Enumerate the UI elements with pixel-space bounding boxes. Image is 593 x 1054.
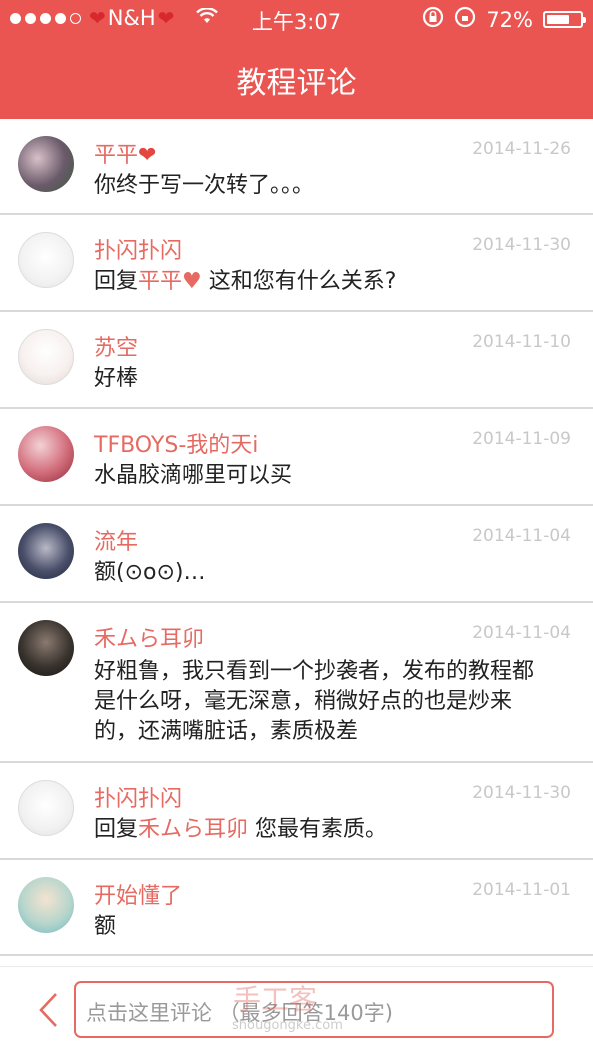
comment-author[interactable]: 流年 <box>94 524 138 556</box>
app-header: ❤ N&H ❤ 上午3:07 72% 教程评论 <box>0 0 593 119</box>
battery-icon <box>543 11 586 28</box>
comment-text: 额 <box>94 914 117 939</box>
comment-item[interactable]: 禾ムら耳卯 2014-11-04 好粗鲁，我只看到一个抄袭者，发布的教程都是什么… <box>0 603 593 763</box>
rotation-lock-icon <box>422 6 444 33</box>
comment-author[interactable]: 扑闪扑闪 <box>94 781 182 813</box>
heart-icon: ❤ <box>138 143 157 168</box>
chevron-left-icon[interactable] <box>36 991 62 1029</box>
comment-author[interactable]: TFBOYS-我的天i <box>94 427 258 459</box>
comment-author[interactable]: 平平❤ <box>94 137 156 169</box>
reply-mention[interactable]: 禾ムら耳卯 <box>138 817 248 842</box>
page-title: 教程评论 <box>236 66 357 101</box>
comment-item[interactable]: 流年 2014-11-04 额(⊙o⊙)… <box>0 506 593 603</box>
comment-text: 额(⊙o⊙)… <box>94 560 206 585</box>
reply-mention[interactable]: 平平♥ <box>138 269 202 294</box>
comment-date: 2014-11-04 <box>472 623 571 643</box>
comment-date: 2014-11-30 <box>472 235 571 255</box>
comment-item[interactable]: 开始懂了 2014-11-01 额 <box>0 860 593 956</box>
comment-date: 2014-11-30 <box>472 783 571 803</box>
comment-item[interactable]: TFBOYS-我的天i 2014-11-09 水晶胶滴哪里可以买 <box>0 409 593 506</box>
comment-item[interactable]: 平平❤ 2014-11-26 你终于写一次转了。。。 <box>0 119 593 215</box>
comment-text: 好棒 <box>94 366 139 391</box>
avatar[interactable] <box>18 329 74 385</box>
comment-item[interactable]: 扑闪扑闪 2014-11-30 回复平平♥ 这和您有什么关系? <box>0 215 593 312</box>
comment-author[interactable]: 开始懂了 <box>94 878 182 910</box>
comment-date: 2014-11-04 <box>472 526 571 546</box>
comment-text: 水晶胶滴哪里可以买 <box>94 463 293 488</box>
comment-author[interactable]: 苏空 <box>94 330 138 362</box>
comment-date: 2014-11-09 <box>472 429 571 449</box>
avatar[interactable] <box>18 136 74 192</box>
battery-percent: 72% <box>486 7 533 32</box>
avatar[interactable] <box>18 877 74 933</box>
comment-item[interactable]: 扑闪扑闪 2014-11-30 回复禾ムら耳卯 您最有素质。 <box>0 763 593 860</box>
comment-text: 回复平平♥ 这和您有什么关系? <box>94 269 397 294</box>
avatar[interactable] <box>18 426 74 482</box>
avatar[interactable] <box>18 620 74 676</box>
comment-author[interactable]: 禾ムら耳卯 <box>94 621 204 653</box>
avatar[interactable] <box>18 780 74 836</box>
comment-date: 2014-11-26 <box>472 139 571 159</box>
comment-date: 2014-11-01 <box>472 880 571 900</box>
avatar[interactable] <box>18 523 74 579</box>
comment-item[interactable]: 苏空 2014-11-10 好棒 <box>0 312 593 409</box>
comment-text: 你终于写一次转了。。。 <box>94 173 315 198</box>
comment-list[interactable]: 平平❤ 2014-11-26 你终于写一次转了。。。 扑闪扑闪 2014-11-… <box>0 119 593 956</box>
lock-icon <box>454 6 476 33</box>
watermark: 手工客 <box>233 983 318 1016</box>
avatar[interactable] <box>18 232 74 288</box>
status-bar: ❤ N&H ❤ 上午3:07 72% <box>0 0 593 38</box>
comment-author[interactable]: 扑闪扑闪 <box>94 233 182 265</box>
watermark-url: shougongke.com <box>232 1018 343 1033</box>
comment-text: 好粗鲁，我只看到一个抄袭者，发布的教程都是什么呀，毫无深意，稍微好点的也是炒来的… <box>94 659 535 744</box>
comment-text: 回复禾ムら耳卯 您最有素质。 <box>94 817 388 842</box>
comment-date: 2014-11-10 <box>472 332 571 352</box>
